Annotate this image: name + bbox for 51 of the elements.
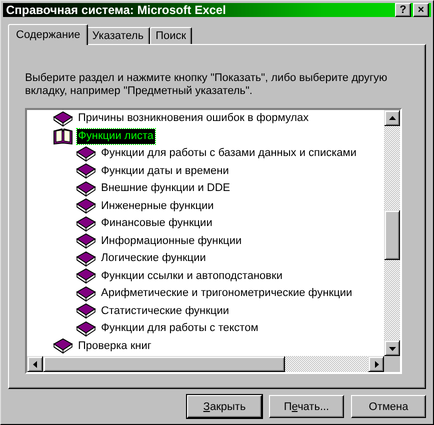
right-arrow-icon bbox=[372, 360, 380, 368]
tree-item[interactable]: Функции ссылки и автоподстановки bbox=[100, 268, 284, 284]
left-arrow-icon bbox=[32, 360, 38, 368]
book-icon bbox=[76, 216, 96, 232]
tree-item[interactable]: Функции листа bbox=[77, 128, 154, 144]
tree-item[interactable]: Проверка книг bbox=[77, 338, 152, 354]
scrollbar-thumb[interactable] bbox=[384, 210, 400, 260]
scrollbar-corner bbox=[384, 356, 400, 372]
tree-item[interactable]: Причины возникновения ошибок в формулах bbox=[77, 111, 310, 126]
book-icon bbox=[76, 250, 96, 267]
book-icon bbox=[76, 303, 96, 320]
scroll-left-button[interactable] bbox=[27, 356, 43, 372]
book-icon bbox=[76, 233, 96, 250]
tree-item[interactable]: Финансовые функции bbox=[100, 216, 214, 232]
close-button[interactable]: × bbox=[413, 3, 429, 17]
instructions-text: Выберите раздел и нажмите кнопку "Показать", либо выберите другую вкладку, например "Предметный указатель". bbox=[25, 72, 388, 98]
window-title: Справочная система: Microsoft Excel bbox=[6, 3, 227, 17]
tree-item[interactable]: Функции даты и времени bbox=[100, 164, 230, 179]
tree-item[interactable]: Внешние функции и DDE bbox=[100, 181, 232, 196]
dialog-button[interactable]: Отмена bbox=[351, 395, 426, 418]
open-book-icon bbox=[53, 128, 73, 145]
scroll-down-button[interactable] bbox=[384, 340, 400, 356]
tab[interactable]: Содержание bbox=[8, 24, 88, 45]
dialog-button[interactable]: Печать... bbox=[269, 395, 344, 418]
book-icon bbox=[53, 110, 73, 127]
scroll-right-button[interactable] bbox=[368, 356, 384, 372]
scrollbar-thumb[interactable] bbox=[43, 356, 285, 372]
tree-item[interactable]: Логические функции bbox=[100, 251, 207, 266]
tree-item[interactable]: Арифметические и тригонометрические функции bbox=[100, 286, 354, 302]
tree-item[interactable]: Статистические функции bbox=[100, 304, 230, 319]
book-icon bbox=[53, 338, 73, 354]
tree-item[interactable]: Информационные функции bbox=[100, 234, 243, 249]
book-icon bbox=[76, 180, 96, 197]
tree-item[interactable]: Функции для работы с текстом bbox=[100, 321, 260, 336]
book-icon bbox=[76, 320, 96, 337]
help-button[interactable]: ? bbox=[395, 3, 411, 17]
tab[interactable]: Поиск bbox=[150, 27, 192, 44]
up-arrow-icon bbox=[388, 114, 396, 122]
vertical-scrollbar[interactable] bbox=[384, 110, 400, 356]
book-icon bbox=[76, 268, 96, 284]
book-icon bbox=[76, 198, 96, 214]
scroll-up-button[interactable] bbox=[384, 110, 400, 126]
tab[interactable]: Указатель bbox=[86, 27, 150, 44]
tree-item[interactable]: Функции для работы с базами данных и списками bbox=[100, 146, 358, 162]
dialog-button[interactable]: Закрыть bbox=[187, 395, 262, 418]
down-arrow-icon bbox=[388, 344, 396, 352]
book-icon bbox=[76, 286, 96, 302]
horizontal-scrollbar[interactable] bbox=[27, 356, 384, 372]
tree-item[interactable]: Инженерные функции bbox=[100, 198, 215, 214]
book-icon bbox=[76, 163, 96, 180]
book-icon bbox=[76, 146, 96, 162]
